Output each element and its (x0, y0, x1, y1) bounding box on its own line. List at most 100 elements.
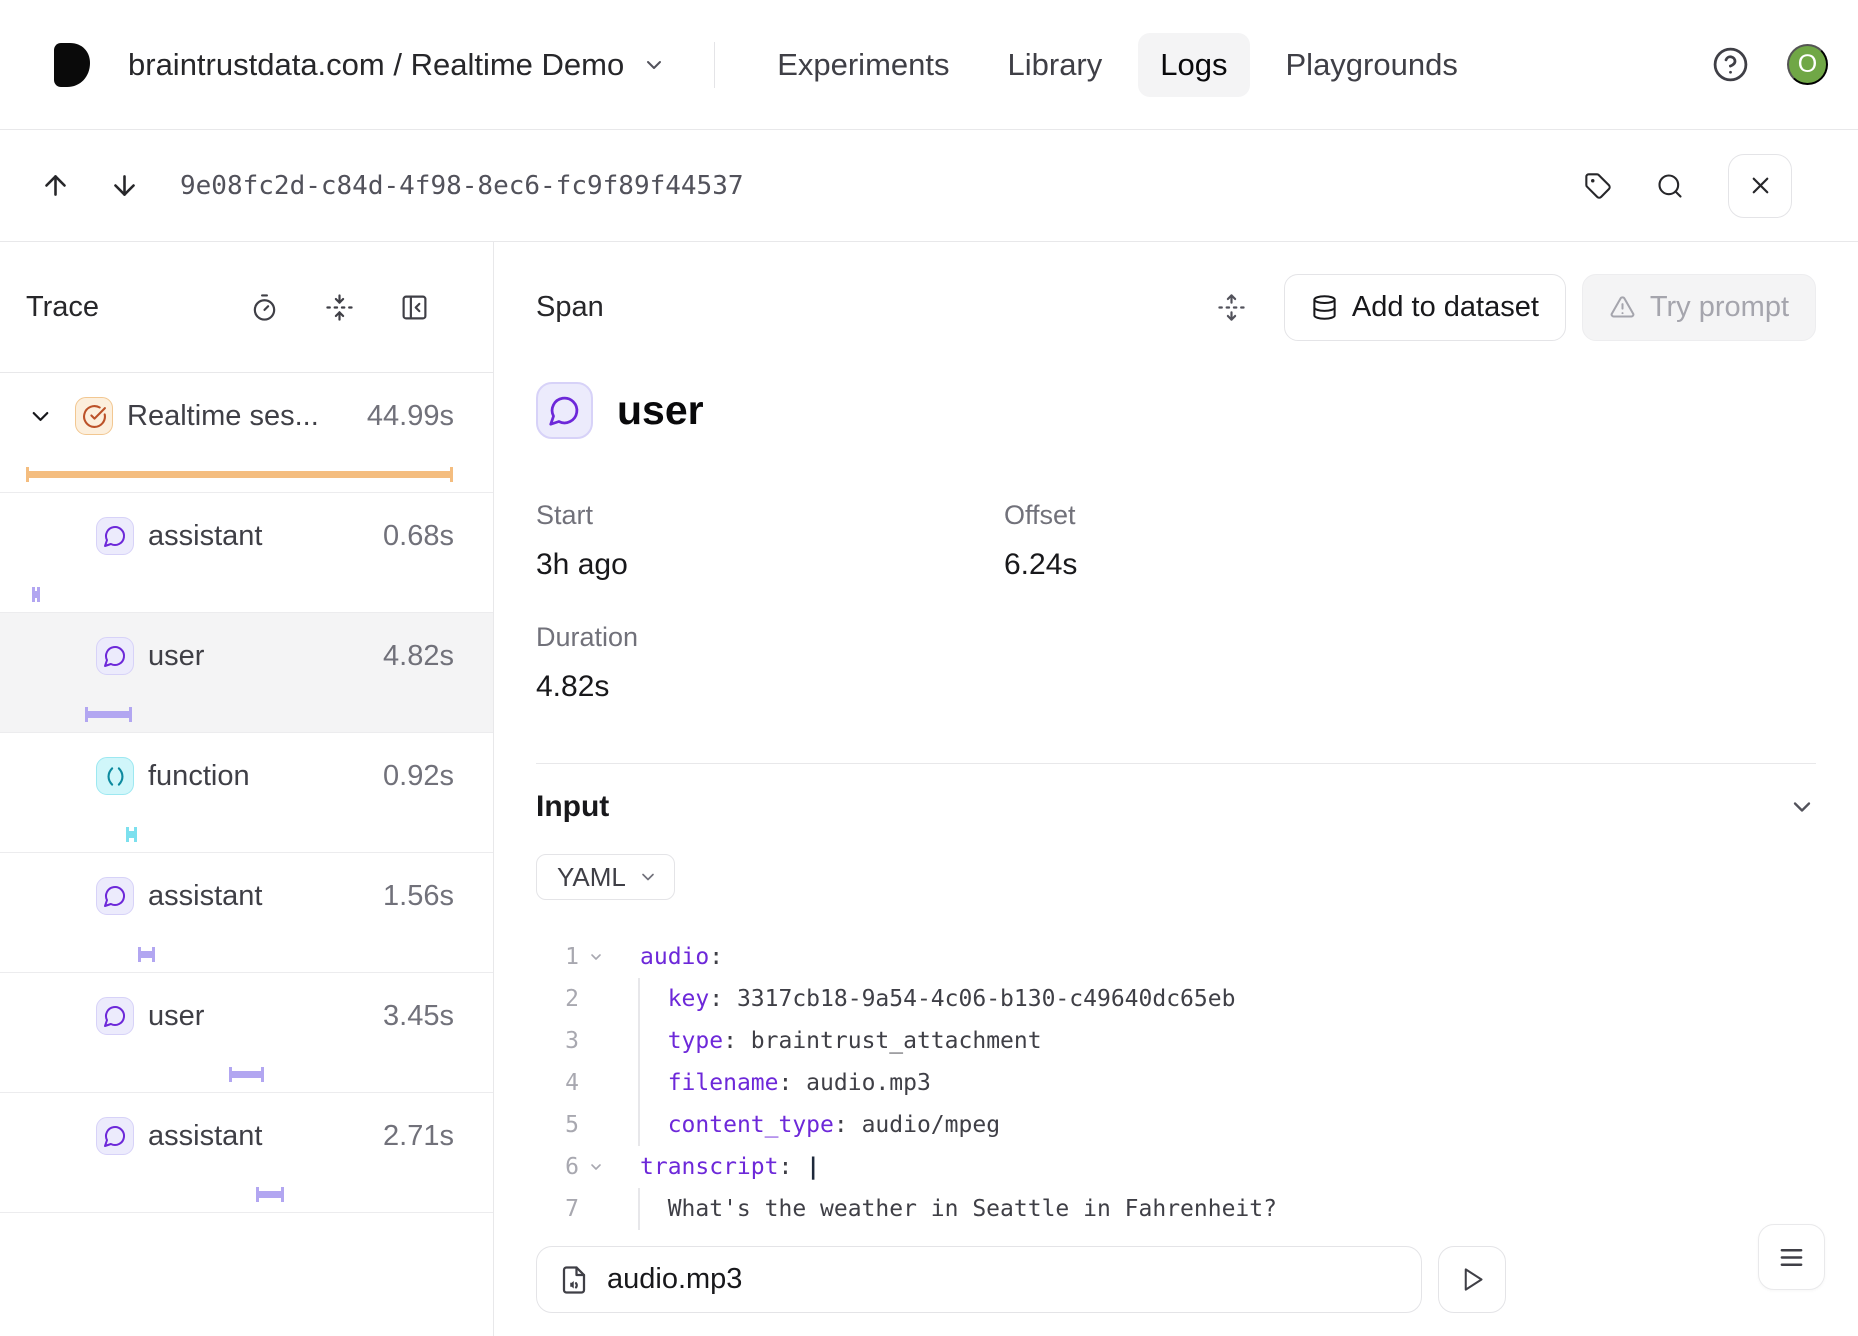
line-number: 5 (536, 1104, 579, 1146)
primary-nav: Experiments Library Logs Playgrounds (755, 33, 1480, 97)
timeline-bar (27, 471, 452, 478)
trace-span-duration: 2.71s (383, 1120, 454, 1153)
attachment-row: audio.mp3 (536, 1246, 1816, 1313)
trace-sidebar: Trace Realtime ses...44.99sassistant0.68… (0, 242, 494, 1336)
trace-span-duration: 1.56s (383, 880, 454, 913)
close-icon[interactable] (1728, 154, 1792, 218)
top-nav: braintrustdata.com / Realtime Demo Exper… (0, 0, 1858, 130)
add-to-dataset-label: Add to dataset (1352, 291, 1539, 324)
code-text: content_type: audio/mpeg (613, 1104, 1000, 1146)
function-parens-icon (96, 757, 134, 795)
format-selector[interactable]: YAML (536, 854, 675, 900)
trace-row-function[interactable]: function0.92s (0, 733, 493, 853)
code-text: What's the weather in Seattle in Fahrenh… (613, 1188, 1277, 1230)
add-to-dataset-button[interactable]: Add to dataset (1284, 274, 1566, 341)
line-number: 3 (536, 1020, 579, 1062)
trace-row-user[interactable]: user4.82s (0, 613, 493, 733)
code-text: type: braintrust_attachment (613, 1020, 1042, 1062)
timeline-bar (127, 831, 136, 838)
fold-vertical-icon[interactable] (325, 293, 354, 322)
span-panel: Span Add to dataset (494, 242, 1858, 1336)
nav-item-library[interactable]: Library (986, 33, 1125, 97)
braintrust-logo-icon[interactable] (44, 41, 92, 89)
trace-row-assistant[interactable]: assistant 1.56s (0, 853, 493, 973)
nav-divider (714, 42, 715, 88)
code-line-7: 7 What's the weather in Seattle in Fahre… (536, 1188, 1816, 1230)
next-trace-arrow-down-icon[interactable] (109, 170, 140, 201)
help-icon[interactable] (1712, 46, 1749, 83)
trace-row-assistant[interactable]: assistant2.71s (0, 1093, 493, 1213)
nav-item-playgrounds[interactable]: Playgrounds (1264, 33, 1480, 97)
menu-icon[interactable] (1758, 1224, 1825, 1290)
yaml-code-block: 1audio:2 key: 3317cb18-9a54-4c06-b130-c4… (536, 936, 1816, 1230)
line-number: 6 (536, 1146, 579, 1188)
nav-item-experiments[interactable]: Experiments (755, 33, 971, 97)
duration-label: Duration (536, 621, 1004, 653)
input-section-title: Input (536, 790, 609, 824)
attachment-filename: audio.mp3 (607, 1263, 742, 1296)
trace-tree: Realtime ses...44.99sassistant0.68suser4… (0, 373, 493, 1213)
timer-icon[interactable] (250, 293, 279, 322)
play-icon[interactable] (1438, 1246, 1506, 1313)
trace-span-duration: 3.45s (383, 1000, 454, 1033)
code-text: transcript: | (613, 1146, 820, 1188)
trace-row-realtime-ses[interactable]: Realtime ses...44.99s (0, 373, 493, 493)
file-audio-icon (559, 1265, 589, 1295)
input-section-header[interactable]: Input (536, 790, 1816, 824)
fold-spacer (579, 1188, 613, 1230)
database-icon (1311, 294, 1338, 321)
fold-spacer (579, 1062, 613, 1104)
code-line-3: 3 type: braintrust_attachment (536, 1020, 1816, 1062)
meta-duration: Duration 4.82s (536, 621, 1004, 705)
timeline-bar (86, 711, 132, 718)
chevron-down-icon[interactable] (1788, 793, 1816, 821)
span-panel-title: Span (536, 291, 604, 324)
code-line-4: 4 filename: audio.mp3 (536, 1062, 1816, 1104)
fold-chevron-icon[interactable] (579, 936, 613, 978)
tag-icon[interactable] (1584, 172, 1612, 200)
trace-span-duration: 0.92s (383, 760, 454, 793)
audio-attachment[interactable]: audio.mp3 (536, 1246, 1422, 1313)
search-icon[interactable] (1656, 172, 1684, 200)
main-body: Trace Realtime ses...44.99sassistant0.68… (0, 242, 1858, 1336)
unfold-vertical-icon[interactable] (1217, 293, 1246, 322)
fold-spacer (579, 1020, 613, 1062)
trace-row-line: function0.92s (0, 757, 493, 795)
chat-bubble-icon (96, 637, 134, 675)
trace-span-name: assistant (148, 520, 262, 553)
panel-left-close-icon[interactable] (400, 293, 429, 322)
trace-span-name: user (148, 1000, 204, 1033)
format-selector-value: YAML (557, 862, 626, 893)
code-line-2: 2 key: 3317cb18-9a54-4c06-b130-c49640dc6… (536, 978, 1816, 1020)
span-header-actions: Add to dataset Try prompt (1217, 274, 1816, 341)
code-text: key: 3317cb18-9a54-4c06-b130-c49640dc65e… (613, 978, 1235, 1020)
span-meta: Start 3h ago Offset 6.24s Duration 4.82s (536, 499, 1816, 705)
trace-span-duration: 4.82s (383, 640, 454, 673)
fold-chevron-icon[interactable] (579, 1146, 613, 1188)
start-value: 3h ago (536, 547, 1004, 583)
project-switcher[interactable]: braintrustdata.com / Realtime Demo (128, 47, 666, 83)
nav-item-logs[interactable]: Logs (1138, 33, 1249, 97)
trace-row-line: assistant2.71s (0, 1117, 493, 1155)
nav-right-cluster: O (1712, 44, 1828, 85)
code-text: audio: (613, 936, 723, 978)
trace-row-user[interactable]: user 3.45s (0, 973, 493, 1093)
trace-span-duration: 44.99s (367, 400, 454, 433)
trace-header: Trace (0, 242, 493, 373)
line-number: 2 (536, 978, 579, 1020)
toolbar-right-cluster (1584, 154, 1792, 218)
code-line-6: 6 transcript: | (536, 1146, 1816, 1188)
trace-toolbar: 9e08fc2d-c84d-4f98-8ec6-fc9f89f44537 (0, 130, 1858, 242)
try-prompt-button[interactable]: Try prompt (1582, 274, 1816, 341)
meta-offset: Offset 6.24s (1004, 499, 1816, 583)
duration-value: 4.82s (536, 669, 1004, 705)
chevron-down-icon (638, 867, 658, 887)
trace-row-assistant[interactable]: assistant0.68s (0, 493, 493, 613)
span-name-title: user (617, 387, 704, 434)
chevron-down-icon[interactable] (27, 403, 55, 430)
check-circle-icon (75, 397, 113, 435)
trace-span-name: assistant (148, 880, 262, 913)
prev-trace-arrow-up-icon[interactable] (40, 170, 71, 201)
trace-panel-title: Trace (26, 291, 99, 324)
avatar[interactable]: O (1787, 44, 1828, 85)
